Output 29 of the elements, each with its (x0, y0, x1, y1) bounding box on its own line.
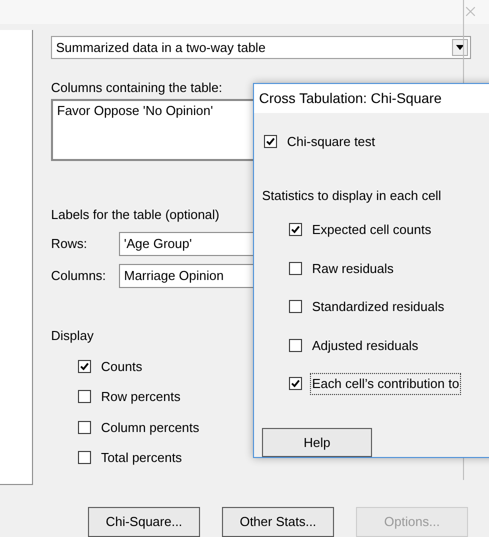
checkbox[interactable] (78, 420, 91, 434)
checkbox-label: Standardized residuals (311, 298, 446, 316)
checkbox[interactable] (289, 223, 302, 236)
checkbox-label: Each cell’s contribution to (310, 373, 462, 395)
checkbox[interactable] (78, 451, 91, 464)
checkbox[interactable] (78, 390, 91, 404)
checkbox[interactable] (289, 338, 302, 352)
checkbox-label: Expected cell counts (311, 221, 432, 240)
stats-heading: Statistics to display in each cell (262, 186, 442, 205)
labels-heading: Labels for the table (optional) (51, 206, 220, 224)
dialog-button[interactable]: Chi-Square... (88, 507, 200, 537)
checkbox[interactable] (264, 135, 277, 148)
checkbox[interactable] (289, 262, 302, 275)
checkbox[interactable] (78, 360, 91, 373)
checkbox-label: Column percents (101, 418, 200, 437)
checkbox-label: Counts (101, 358, 142, 376)
checkbox-label: Row percents (101, 388, 180, 406)
checkbox-label: Raw residuals (311, 260, 395, 278)
display-heading: Display (51, 327, 94, 345)
data-type-dropdown[interactable]: Summarized data in a two-way table (51, 36, 471, 59)
dialog-button[interactable]: Other Stats... (222, 507, 334, 537)
checkbox-label: Total percents (101, 449, 182, 467)
checkbox[interactable] (289, 300, 302, 314)
help-button[interactable]: Help (262, 428, 372, 457)
columns-label: Columns containing the table: (51, 79, 222, 97)
checkbox-label: Adjusted residuals (311, 336, 420, 355)
field-label: Columns: (51, 267, 107, 286)
checkbox[interactable] (289, 377, 302, 390)
field-label: Rows: (51, 235, 88, 254)
